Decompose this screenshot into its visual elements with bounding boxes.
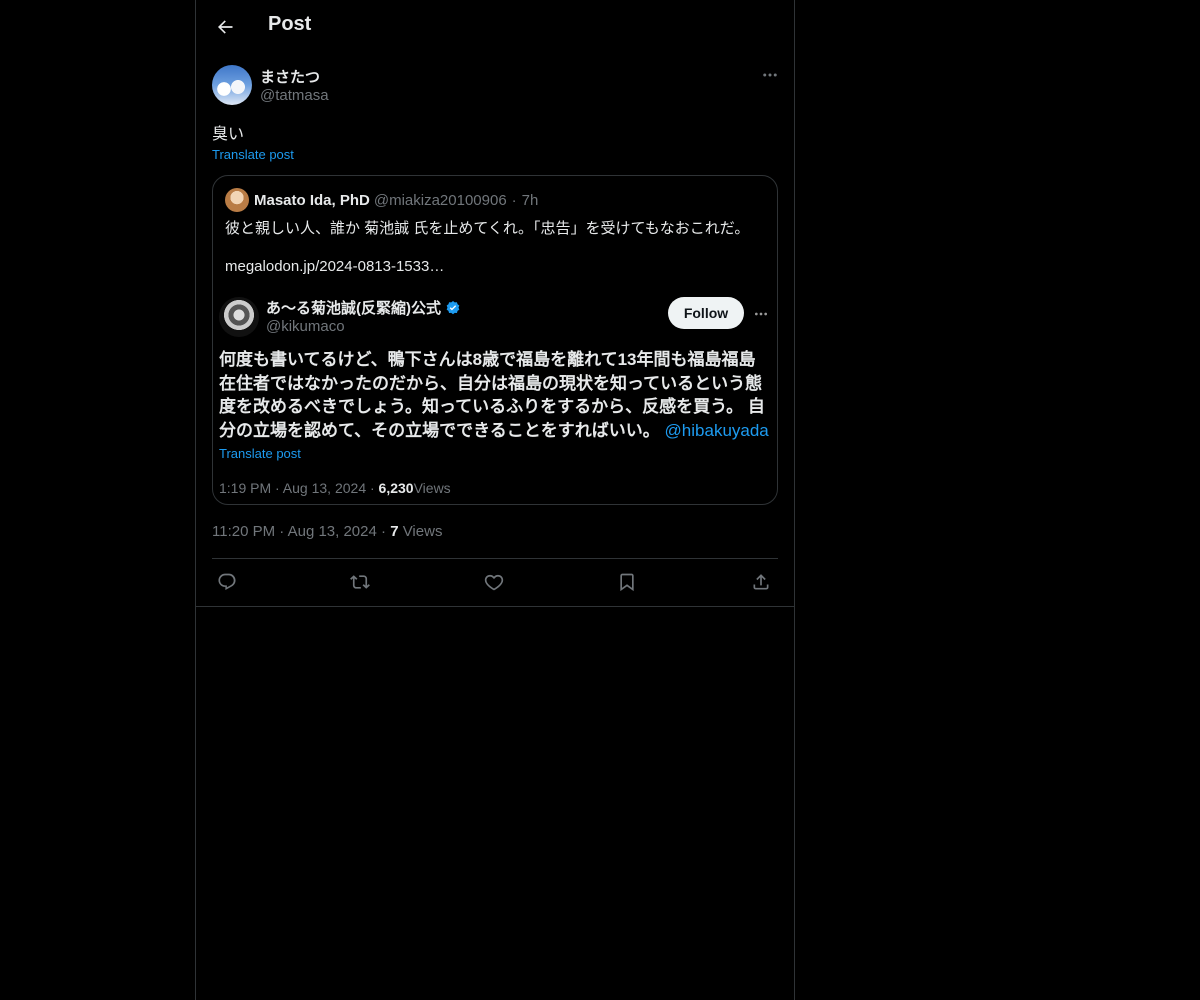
embedded-more-icon	[751, 304, 771, 324]
post-timestamp[interactable]: 11:20 PM · Aug 13, 2024	[212, 523, 377, 540]
verified-badge-icon	[446, 300, 460, 314]
main-column: Post まさたつ @tatmasa 臭い Translate post Mas…	[195, 0, 795, 1000]
header: Post	[196, 0, 794, 53]
quoted-author-handle: @miakiza20100906	[373, 191, 507, 209]
separator-dot: ·	[381, 523, 391, 540]
more-options-button[interactable]	[760, 65, 780, 85]
embedded-post-meta: 1:19 PM · Aug 13, 2024 · 6,230Views	[219, 480, 451, 496]
heart-icon	[484, 574, 504, 591]
post-meta: 11:20 PM · Aug 13, 2024 · 7 Views	[212, 523, 442, 540]
quoted-author-name: Masato Ida, PhD	[254, 191, 370, 209]
back-button[interactable]	[208, 10, 242, 44]
post-author: まさたつ @tatmasa	[212, 65, 780, 107]
share-button[interactable]	[749, 570, 773, 594]
bookmark-button[interactable]	[615, 570, 639, 594]
divider	[196, 606, 794, 607]
quoted-post-text: 彼と親しい人、誰か 菊池誠 氏を止めてくれ。「忠告」を受けてもなおこれだ。	[225, 220, 750, 237]
quoted-post-age: 7h	[521, 191, 539, 209]
reply-button[interactable]	[215, 570, 239, 594]
embedded-author-handle: @kikumaco	[266, 318, 345, 335]
embedded-post-text: 何度も書いてるけど、鴨下さんは8歳で福島を離れて13年間も福島福島在住者ではなか…	[219, 348, 771, 442]
ellipsis-icon	[755, 312, 767, 316]
bookmark-icon	[620, 573, 634, 592]
views-label: Views	[402, 523, 443, 540]
action-bar	[212, 566, 778, 598]
embedded-views-count: 6,230	[378, 480, 414, 496]
like-button[interactable]	[482, 570, 506, 594]
embedded-translate-link: Translate post	[219, 446, 301, 461]
ellipsis-icon	[763, 73, 777, 77]
repost-button[interactable]	[348, 570, 372, 594]
embedded-views-label: Views	[413, 480, 451, 496]
translate-post-link[interactable]: Translate post	[212, 147, 294, 162]
separator-dot: ·	[511, 191, 517, 209]
avatar	[219, 297, 259, 337]
embedded-author-name: あ〜る菊池誠(反緊縮)公式	[266, 297, 461, 318]
quoted-post-header: Masato Ida, PhD @miakiza20100906 · 7h	[225, 188, 539, 212]
reply-icon	[218, 573, 236, 590]
quoted-post-link[interactable]: megalodon.jp/2024-0813-1533…	[225, 258, 444, 275]
page-title: Post	[268, 13, 312, 35]
author-handle[interactable]: @tatmasa	[260, 87, 329, 104]
arrow-left-icon	[218, 20, 233, 34]
views-count: 7	[390, 523, 399, 540]
avatar[interactable]	[212, 65, 252, 105]
quoted-post[interactable]: Masato Ida, PhD @miakiza20100906 · 7h 彼と…	[212, 175, 778, 505]
avatar	[225, 188, 249, 212]
embedded-post-time: 1:19 PM · Aug 13, 2024 ·	[219, 480, 379, 496]
embedded-follow-button: Follow	[668, 297, 744, 329]
embedded-author-name-text: あ〜る菊池誠(反緊縮)公式	[266, 300, 441, 317]
mention-link: @hibakuyada	[664, 420, 769, 440]
repost-icon	[350, 575, 370, 589]
divider	[212, 558, 778, 559]
share-icon	[753, 574, 769, 590]
post-text: 臭い	[212, 126, 245, 143]
author-name[interactable]: まさたつ	[260, 66, 320, 87]
